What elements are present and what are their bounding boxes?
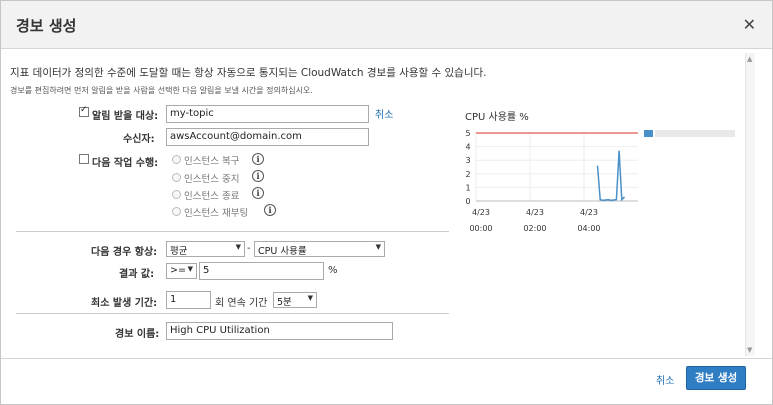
metric-select[interactable]: CPU 사용률 ▼	[254, 241, 385, 257]
condition-dash: -	[247, 243, 251, 254]
y-tick-label: 0	[465, 197, 470, 206]
y-tick-label: 1	[465, 183, 470, 192]
alarm-name-input[interactable]: High CPU Utilization	[166, 322, 393, 340]
x-tick-date: 4/23	[526, 208, 544, 217]
create-alarm-dialog: 경보 생성 ✕ 지표 데이터가 정의한 수준에 도달할 때는 항상 자동으로 통…	[0, 0, 773, 405]
dialog-sub-description: 경보를 편집하려면 먼저 알림을 받을 사람을 선택한 다음 알림을 보낼 시간…	[10, 86, 313, 95]
period-duration-select[interactable]: 5분 ▼	[273, 292, 317, 308]
notify-checkbox[interactable]	[79, 105, 89, 117]
create-alarm-button[interactable]: 경보 생성	[686, 366, 746, 390]
period-count-input[interactable]: 1	[166, 291, 211, 309]
radio-terminate[interactable]	[172, 190, 181, 199]
footer-divider	[1, 358, 772, 359]
x-tick-time: 00:00	[469, 224, 492, 233]
statistic-value: 평균	[170, 246, 188, 257]
x-tick-time: 04:00	[577, 224, 600, 233]
cpu-chart: 5432104/2300:004/2302:004/2304:00	[465, 129, 735, 233]
scrollbar[interactable]: ▲ ▼	[745, 53, 755, 356]
radio-reboot[interactable]	[172, 207, 181, 216]
notify-label: 알림 받을 대상:	[92, 111, 159, 122]
scroll-up-icon[interactable]: ▲	[747, 55, 752, 63]
threshold-unit: %	[328, 265, 338, 276]
recipient-input[interactable]: awsAccount@domain.com	[166, 128, 369, 146]
chevron-down-icon: ▼	[375, 243, 381, 251]
radio-stop[interactable]	[172, 173, 181, 182]
recipient-label: 수신자:	[123, 134, 155, 145]
notify-cancel-link[interactable]: 취소	[375, 106, 393, 121]
chevron-down-icon: ▼	[187, 265, 193, 273]
section-divider	[16, 231, 449, 232]
close-icon[interactable]: ✕	[743, 15, 756, 34]
action-label: 다음 작업 수행:	[92, 158, 159, 169]
info-icon[interactable]: i	[264, 204, 276, 216]
chevron-down-icon: ▼	[307, 294, 313, 302]
series-line	[596, 150, 626, 202]
info-icon[interactable]: i	[252, 153, 264, 165]
option-stop-label: 인스턴스 중지	[184, 174, 240, 185]
radio-recover[interactable]	[172, 155, 181, 164]
period-label: 최소 발생 기간:	[91, 298, 158, 309]
scroll-down-icon[interactable]: ▼	[747, 346, 752, 354]
section-divider	[16, 313, 449, 314]
option-recover-label: 인스턴스 복구	[184, 156, 240, 167]
legend-swatch	[644, 130, 653, 137]
dialog-description: 지표 데이터가 정의한 수준에 도달할 때는 항상 자동으로 통지되는 Clou…	[10, 67, 487, 79]
option-reboot-label: 인스턴스 재부팅	[184, 208, 249, 219]
operator-select[interactable]: >= ▼	[166, 263, 197, 279]
metric-value: CPU 사용률	[258, 246, 307, 257]
y-tick-label: 5	[465, 129, 470, 138]
legend-redacted-label	[655, 130, 735, 137]
x-tick-date: 4/23	[580, 208, 598, 217]
statistic-select[interactable]: 평균 ▼	[166, 241, 245, 257]
dialog-header: 경보 생성 ✕	[1, 1, 772, 49]
x-tick-time: 02:00	[523, 224, 546, 233]
period-middle-text: 회 연속 기간	[215, 298, 268, 309]
y-tick-label: 4	[465, 143, 470, 152]
y-tick-label: 3	[465, 156, 470, 165]
chevron-down-icon: ▼	[235, 243, 241, 251]
alarm-name-label: 경보 이름:	[115, 329, 160, 340]
notify-topic-input[interactable]: my-topic	[166, 105, 369, 123]
condition-label: 다음 경우 항상:	[91, 247, 158, 258]
chart-title: CPU 사용률 %	[465, 112, 529, 123]
dialog-title: 경보 생성	[16, 17, 77, 35]
info-icon[interactable]: i	[252, 187, 264, 199]
action-checkbox[interactable]	[79, 154, 89, 164]
x-tick-date: 4/23	[472, 208, 490, 217]
option-terminate-label: 인스턴스 종료	[184, 191, 240, 202]
threshold-label: 결과 값:	[119, 269, 155, 280]
period-duration-value: 5분	[277, 297, 292, 308]
operator-value: >=	[170, 265, 186, 276]
y-tick-label: 2	[465, 170, 470, 179]
threshold-input[interactable]: 5	[199, 262, 324, 280]
cancel-button[interactable]: 취소	[656, 372, 674, 387]
info-icon[interactable]: i	[252, 170, 264, 182]
